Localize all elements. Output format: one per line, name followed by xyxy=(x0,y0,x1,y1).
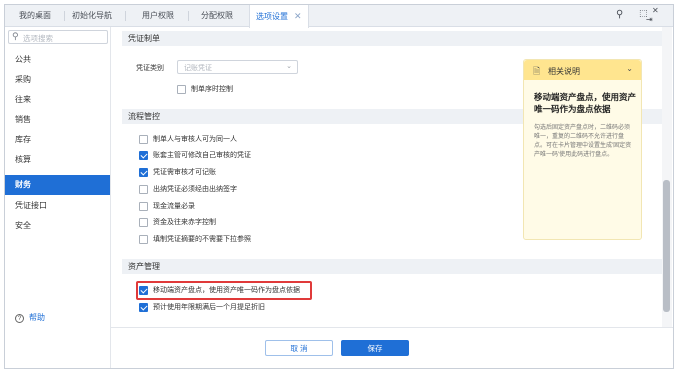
tab-label: 分配权限 xyxy=(201,11,233,20)
section-assets-header: 资产管理 xyxy=(122,259,662,274)
options-window: 我的桌面 初始化导航 用户权限 分配权限 选项设置 ✕ ⚲ ⬚ ✕ ⇥ ⚲ 选项搜… xyxy=(4,4,674,369)
voucher-category-label: 凭证类别 xyxy=(136,65,164,72)
checkbox-checked[interactable] xyxy=(139,168,148,177)
checkbox-checked[interactable] xyxy=(139,303,148,312)
option-label: 制单序时控制 xyxy=(191,86,233,93)
search-icon: ⚲ xyxy=(12,31,19,41)
close-icon[interactable]: ✕ xyxy=(652,6,659,15)
tab-assign-permission[interactable]: 分配权限 xyxy=(195,5,239,27)
chevron-down-icon: ⌄ xyxy=(286,63,292,70)
checkbox-checked[interactable] xyxy=(139,151,148,160)
checkbox[interactable] xyxy=(139,202,148,211)
search-placeholder: 选项搜索 xyxy=(23,34,53,43)
dialog-footer: 取 消 保存 xyxy=(111,327,673,368)
tab-label: 选项设置 xyxy=(256,12,288,21)
close-tab-icon[interactable]: ✕ xyxy=(294,11,302,21)
option-label: 资金及往来赤字控制 xyxy=(153,219,216,226)
select-value: 记账凭证 xyxy=(184,65,212,72)
tab-option-settings[interactable]: 选项设置 ✕ xyxy=(249,5,309,28)
help-label: 帮助 xyxy=(29,313,45,322)
sidebar-item-inventory[interactable]: 库存 xyxy=(5,130,110,150)
info-panel-header-label: 相关说明 xyxy=(548,67,580,76)
tab-label: 初始化导航 xyxy=(72,11,112,20)
sidebar-item-costing[interactable]: 核算 xyxy=(5,150,110,170)
sidebar-item-purchase[interactable]: 采购 xyxy=(5,70,110,90)
sidebar-item-sales[interactable]: 销售 xyxy=(5,110,110,130)
info-panel-header[interactable]: 🗎 相关说明 ⌄ xyxy=(524,60,641,80)
checkbox[interactable] xyxy=(139,218,148,227)
checkbox[interactable] xyxy=(177,85,186,94)
option-label: 出纳凭证必须经由出纳签字 xyxy=(153,186,237,193)
sidebar-item-security[interactable]: 安全 xyxy=(5,216,110,236)
tab-my-desktop[interactable]: 我的桌面 xyxy=(13,5,57,27)
sidebar-item-accounts[interactable]: 往来 xyxy=(5,90,110,110)
tab-label: 我的桌面 xyxy=(19,11,51,20)
sidebar-item-finance[interactable]: 财务 xyxy=(5,175,110,195)
tab-init-nav[interactable]: 初始化导航 xyxy=(66,5,118,27)
checkbox-checked[interactable] xyxy=(139,286,148,295)
help-link[interactable]: ? 帮助 xyxy=(15,312,45,323)
tab-bar: 我的桌面 初始化导航 用户权限 分配权限 选项设置 ✕ ⚲ ⬚ ✕ ⇥ xyxy=(5,5,673,28)
checkbox[interactable] xyxy=(139,235,148,244)
scrollbar-thumb[interactable] xyxy=(663,180,670,312)
option-label: 移动端资产盘点，使用资产唯一码作为盘点依据 xyxy=(153,287,300,294)
option-search-input[interactable]: ⚲ 选项搜索 xyxy=(8,30,108,44)
voucher-category-select[interactable]: 记账凭证 ⌄ xyxy=(177,60,298,74)
info-panel-body: 勾选后固定资产盘点时，二维码必须唯一，重复的二维码不允许进行盘点。可在卡片管理中… xyxy=(534,125,632,158)
related-info-panel: 🗎 相关说明 ⌄ 移动端资产盘点，使用资产唯一码作为盘点依据 勾选后固定资产盘点… xyxy=(523,59,642,240)
checkbox[interactable] xyxy=(139,185,148,194)
info-panel-title: 移动端资产盘点，使用资产唯一码作为盘点依据 xyxy=(534,92,637,114)
settings-sidebar: ⚲ 选项搜索 公共 采购 往来 销售 库存 核算 财务 凭证接口 安全 ? 帮助 xyxy=(5,27,111,368)
chevron-down-icon[interactable]: ⌄ xyxy=(626,64,633,73)
option-label: 预计使用年限期满后一个月提足折旧 xyxy=(153,304,265,311)
document-icon: 🗎 xyxy=(533,66,541,76)
option-label: 填制凭证摘要的不需要下拉参照 xyxy=(153,236,251,243)
tab-user-permission[interactable]: 用户权限 xyxy=(136,5,180,27)
section-voucher-header: 凭证制单 xyxy=(122,31,662,46)
search-icon[interactable]: ⚲ xyxy=(616,9,623,20)
sidebar-item-voucher-interface[interactable]: 凭证接口 xyxy=(5,196,110,216)
save-button[interactable]: 保存 xyxy=(341,340,409,356)
collapse-panel-icon[interactable]: ⇥ xyxy=(646,15,653,24)
cancel-button[interactable]: 取 消 xyxy=(265,340,333,356)
option-label: 凭证需审核才可记账 xyxy=(153,169,216,176)
checkbox[interactable] xyxy=(139,135,148,144)
tab-label: 用户权限 xyxy=(142,11,174,20)
option-label: 账套主管可修改自己审核的凭证 xyxy=(153,152,251,159)
sidebar-item-public[interactable]: 公共 xyxy=(5,50,110,70)
option-label: 制单人与审核人可为同一人 xyxy=(153,136,237,143)
help-icon: ? xyxy=(15,314,24,323)
option-label: 现金流量必录 xyxy=(153,203,195,210)
